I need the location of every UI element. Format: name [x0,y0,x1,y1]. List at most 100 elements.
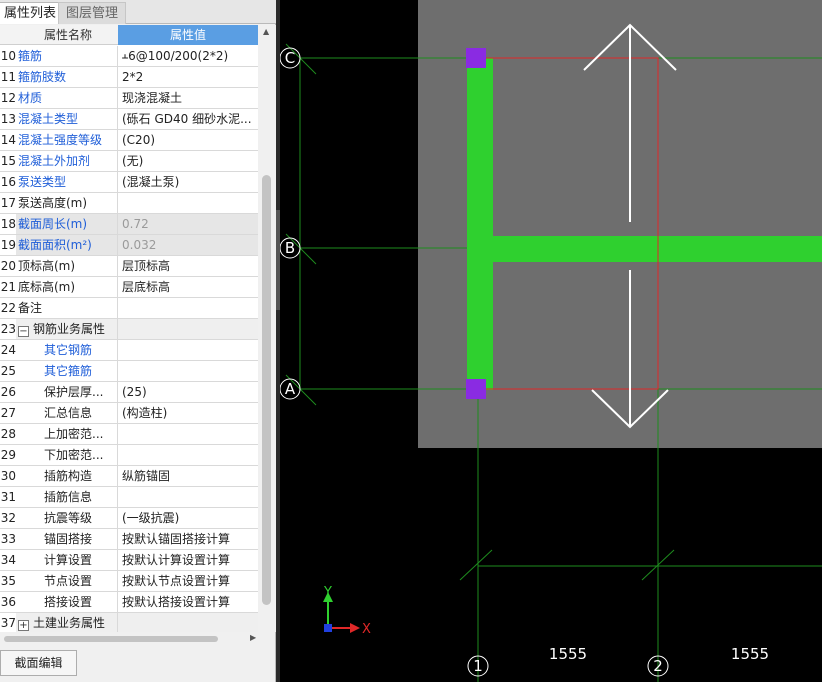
property-name: 混凝土强度等级 [16,130,118,150]
property-row[interactable]: 30 插筋构造 纵筋锚固 [0,466,258,487]
beam-vertical[interactable] [467,58,493,390]
ucs-origin [324,624,332,632]
property-row[interactable]: 24 其它钢筋 [0,340,258,361]
property-row[interactable]: 32 抗震等级 (一级抗震) [0,508,258,529]
row-number: 37 [0,616,16,630]
tab-property-list[interactable]: 属性列表 [0,2,65,24]
property-row[interactable]: 22 备注 [0,298,258,319]
column-top[interactable] [466,48,486,68]
column-bottom[interactable] [466,379,486,399]
property-row[interactable]: 37 + 土建业务属性 [0,613,258,632]
property-value[interactable]: ⲳ6@100/200(2*2) [118,46,258,66]
property-value[interactable]: (混凝土泵) [118,172,258,192]
row-number: 33 [0,532,16,546]
property-row[interactable]: 21 底标高(m) 层底标高 [0,277,258,298]
property-row[interactable]: 14 混凝土强度等级 (C20) [0,130,258,151]
property-row[interactable]: 15 混凝土外加剂 (无) [0,151,258,172]
property-row[interactable]: 17 泵送高度(m) [0,193,258,214]
property-row[interactable]: 25 其它箍筋 [0,361,258,382]
row-number: 22 [0,301,16,315]
property-panel: 属性列表 图层管理 属性名称 属性值 10 箍筋 ⲳ6@100/200(2*2) 11… [0,0,276,682]
property-value[interactable]: 层底标高 [118,277,258,297]
vertical-scrollbar[interactable]: ▲ [258,25,276,632]
property-row[interactable]: 19 截面面积(m²) 0.032 [0,235,258,256]
property-value[interactable] [118,340,258,360]
horizontal-scroll-thumb[interactable] [4,636,218,642]
vertical-scroll-thumb[interactable] [262,175,271,605]
property-row[interactable]: 28 上加密范... [0,424,258,445]
property-value[interactable]: 纵筋锚固 [118,466,258,486]
horizontal-scrollbar[interactable]: ▶ [0,632,258,646]
property-row[interactable]: 20 顶标高(m) 层顶标高 [0,256,258,277]
property-name-text: 泵送高度(m) [18,196,88,210]
property-row[interactable]: 12 材质 现浇混凝土 [0,88,258,109]
property-row[interactable]: 31 插筋信息 [0,487,258,508]
property-value[interactable]: 现浇混凝土 [118,88,258,108]
property-name: 截面面积(m²) [16,235,118,255]
property-name: 保护层厚... [16,382,118,402]
property-name-text: 保护层厚... [44,385,104,399]
property-name: 箍筋肢数 [16,67,118,87]
property-row[interactable]: 11 箍筋肢数 2*2 [0,67,258,88]
property-value[interactable]: (无) [118,151,258,171]
property-value[interactable]: (25) [118,382,258,402]
section-edit-button[interactable]: 截面编辑 [0,650,77,676]
property-row[interactable]: 33 锚固搭接 按默认锚固搭接计算 [0,529,258,550]
property-value[interactable]: 按默认计算设置计算 [118,550,258,570]
tab-layer-management[interactable]: 图层管理 [58,2,127,24]
property-name: 插筋构造 [16,466,118,486]
scroll-right-icon[interactable]: ▶ [250,633,256,642]
property-value[interactable]: 按默认锚固搭接计算 [118,529,258,549]
property-row[interactable]: 26 保护层厚... (25) [0,382,258,403]
property-name-text: 汇总信息 [44,406,93,420]
property-name: 汇总信息 [16,403,118,423]
property-name-text: 插筋信息 [44,490,93,504]
property-value[interactable]: 层顶标高 [118,256,258,276]
property-value[interactable] [118,361,258,381]
property-value[interactable]: 按默认节点设置计算 [118,571,258,591]
property-row[interactable]: 36 搭接设置 按默认搭接设置计算 [0,592,258,613]
property-value[interactable]: (C20) [118,130,258,150]
property-value[interactable] [118,193,258,213]
property-name: 锚固搭接 [16,529,118,549]
property-value[interactable]: 0.032 [118,235,258,255]
property-value[interactable]: (砾石 GD40 细砂水泥... [118,109,258,129]
property-value[interactable]: 0.72 [118,214,258,234]
cad-viewport[interactable]: C B A 1 2 1555 1555 Y X [280,0,822,682]
property-row[interactable]: 27 汇总信息 (构造柱) [0,403,258,424]
row-number: 10 [0,49,16,63]
row-number: 11 [0,70,16,84]
property-value[interactable] [118,613,258,632]
property-name: 上加密范... [16,424,118,444]
property-value[interactable] [118,319,258,339]
collapse-icon[interactable]: − [18,326,29,337]
property-row[interactable]: 23− 钢筋业务属性 [0,319,258,340]
property-row[interactable]: 35 节点设置 按默认节点设置计算 [0,571,258,592]
property-value[interactable] [118,487,258,507]
property-value[interactable] [118,445,258,465]
property-row[interactable]: 34 计算设置 按默认计算设置计算 [0,550,258,571]
property-value[interactable]: 2*2 [118,67,258,87]
row-number: 26 [0,385,16,399]
property-value[interactable]: 按默认搭接设置计算 [118,592,258,612]
property-row[interactable]: 18 截面周长(m) 0.72 [0,214,258,235]
property-value[interactable]: (一级抗震) [118,508,258,528]
property-name-text: 计算设置 [44,553,93,567]
property-row[interactable]: 10 箍筋 ⲳ6@100/200(2*2) [0,46,258,67]
scroll-up-icon[interactable]: ▲ [263,27,269,36]
property-value[interactable] [118,298,258,318]
row-number: 24 [0,343,16,357]
axis-label-a: A [285,380,296,398]
property-row[interactable]: 13 混凝土类型 (砾石 GD40 细砂水泥... [0,109,258,130]
expand-icon[interactable]: + [18,620,29,631]
property-row[interactable]: 16 泵送类型 (混凝土泵) [0,172,258,193]
property-name-text: 顶标高(m) [18,259,76,273]
beam-horizontal[interactable] [478,236,822,262]
property-name-text: 箍筋 [18,49,43,63]
property-name: 泵送类型 [16,172,118,192]
property-value[interactable]: (构造柱) [118,403,258,423]
row-number: 34 [0,553,16,567]
row-number: 19 [0,238,16,252]
property-value[interactable] [118,424,258,444]
property-row[interactable]: 29 下加密范... [0,445,258,466]
